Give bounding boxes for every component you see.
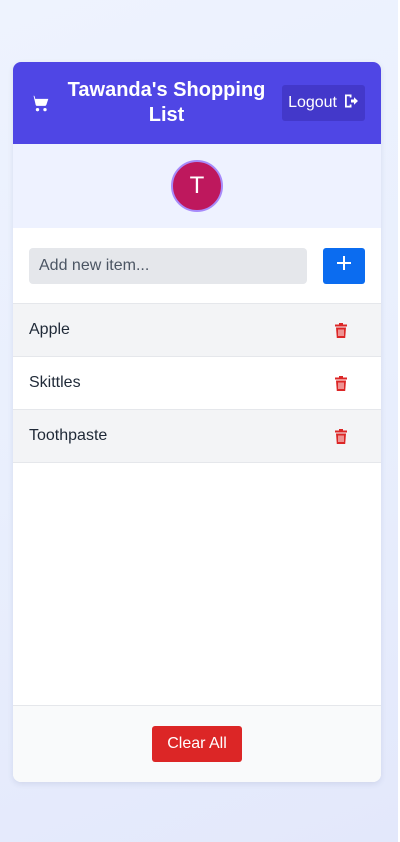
page-title: Tawanda's Shopping List <box>67 79 266 126</box>
list-item: Skittles <box>13 357 381 410</box>
trash-icon <box>335 375 347 391</box>
avatar: T <box>171 160 223 212</box>
list-item: Apple <box>13 304 381 357</box>
logout-icon <box>343 93 359 114</box>
delete-item-button[interactable] <box>327 316 355 344</box>
item-label: Apple <box>29 321 70 338</box>
shopping-list-card: Tawanda's Shopping List Logout T Add new… <box>13 62 381 782</box>
list-item: Toothpaste <box>13 410 381 463</box>
item-label: Toothpaste <box>29 427 108 444</box>
delete-item-button[interactable] <box>327 369 355 397</box>
item-label: Skittles <box>29 374 81 391</box>
trash-icon <box>335 322 347 338</box>
shopping-list: Apple Skittles Toothpaste <box>13 304 381 463</box>
clear-all-button[interactable]: Clear All <box>152 726 242 762</box>
footer: Clear All <box>13 705 381 782</box>
shopping-cart-icon <box>29 92 51 114</box>
logout-button[interactable]: Logout <box>282 85 365 121</box>
avatar-area: T <box>13 144 381 228</box>
add-item-form <box>13 228 381 304</box>
delete-item-button[interactable] <box>327 422 355 450</box>
header: Tawanda's Shopping List Logout <box>13 62 381 144</box>
logout-label: Logout <box>288 94 337 111</box>
trash-icon <box>335 428 347 444</box>
plus-icon <box>337 256 351 275</box>
add-item-button[interactable] <box>323 247 365 284</box>
add-item-input[interactable] <box>29 247 307 284</box>
